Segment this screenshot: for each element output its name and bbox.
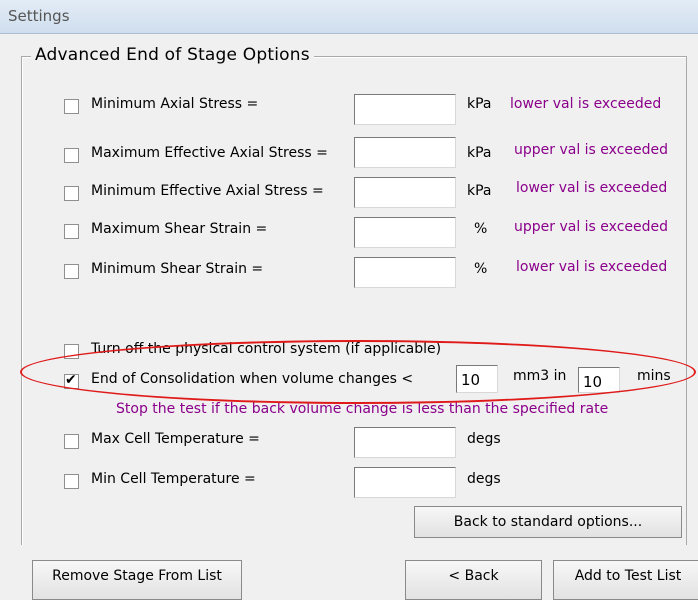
max-cell-temp-input[interactable] <box>354 427 456 458</box>
max-shear-strain-note: upper val is exceeded <box>514 219 669 235</box>
physical-control-label: Turn off the physical control system (if… <box>91 341 442 357</box>
consolidation-volume-unit: mm3 in <box>513 368 567 384</box>
consolidation-volume-input[interactable]: 10 <box>456 365 498 393</box>
consolidation-time-unit: mins <box>637 368 671 384</box>
remove-stage-button[interactable]: Remove Stage From List <box>32 560 242 600</box>
back-to-standard-button[interactable]: Back to standard options... <box>414 506 682 538</box>
remove-stage-label: Remove Stage From List <box>52 568 222 584</box>
consolidation-label: End of Consolidation when volume changes… <box>91 371 414 387</box>
min-cell-temp-input[interactable] <box>354 467 456 498</box>
min-axial-stress-label: Minimum Axial Stress = <box>91 96 259 112</box>
min-axial-stress-checkbox[interactable] <box>64 99 79 114</box>
add-to-test-list-button[interactable]: Add to Test List <box>553 560 698 600</box>
min-eff-axial-stress-input[interactable] <box>354 177 456 208</box>
max-cell-temp-unit: degs <box>467 431 501 447</box>
consolidation-checkbox[interactable]: ✔ <box>64 372 79 389</box>
min-shear-strain-label: Minimum Shear Strain = <box>91 261 264 277</box>
max-shear-strain-label: Maximum Shear Strain = <box>91 221 268 237</box>
checkmark-icon: ✔ <box>65 372 77 388</box>
back-label: < Back <box>448 568 499 584</box>
min-cell-temp-checkbox[interactable] <box>64 474 79 489</box>
min-shear-strain-checkbox[interactable] <box>64 264 79 279</box>
max-eff-axial-stress-label: Maximum Effective Axial Stress = <box>91 145 328 161</box>
max-shear-strain-unit: % <box>474 221 488 237</box>
min-shear-strain-note: lower val is exceeded <box>516 259 668 275</box>
min-eff-axial-stress-note: lower val is exceeded <box>516 180 668 196</box>
min-eff-axial-stress-unit: kPa <box>467 183 492 199</box>
group-title: Advanced End of Stage Options <box>31 45 314 65</box>
min-shear-strain-unit: % <box>474 261 488 277</box>
physical-control-checkbox[interactable] <box>64 344 79 359</box>
min-eff-axial-stress-label: Minimum Effective Axial Stress = <box>91 183 324 199</box>
title-bar: Settings <box>0 0 698 34</box>
min-axial-stress-input[interactable] <box>354 94 456 125</box>
min-cell-temp-unit: degs <box>467 471 501 487</box>
max-cell-temp-label: Max Cell Temperature = <box>91 431 260 447</box>
max-shear-strain-input[interactable] <box>354 217 456 248</box>
back-button[interactable]: < Back <box>405 560 542 600</box>
min-cell-temp-label: Min Cell Temperature = <box>91 471 256 487</box>
min-shear-strain-input[interactable] <box>354 257 456 288</box>
max-shear-strain-checkbox[interactable] <box>64 224 79 239</box>
max-eff-axial-stress-checkbox[interactable] <box>64 148 79 163</box>
consolidation-note: Stop the test if the back volume change … <box>116 401 609 417</box>
window-title: Settings <box>8 7 70 25</box>
max-eff-axial-stress-note: upper val is exceeded <box>514 142 669 158</box>
min-eff-axial-stress-checkbox[interactable] <box>64 186 79 201</box>
max-cell-temp-checkbox[interactable] <box>64 434 79 449</box>
add-to-test-list-label: Add to Test List <box>574 568 682 584</box>
max-eff-axial-stress-unit: kPa <box>467 145 492 161</box>
min-axial-stress-unit: kPa <box>467 96 492 112</box>
min-axial-stress-note: lower val is exceeded <box>510 96 662 112</box>
consolidation-time-input[interactable]: 10 <box>578 367 620 393</box>
max-eff-axial-stress-input[interactable] <box>354 137 456 168</box>
